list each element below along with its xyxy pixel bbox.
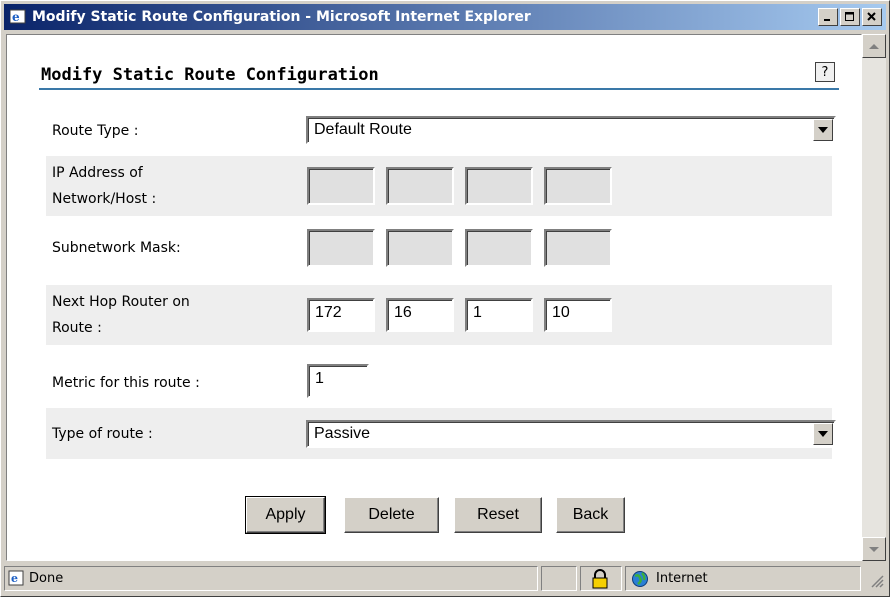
reset-button[interactable]: Reset bbox=[454, 497, 542, 533]
ip-address-label: IP Address of Network/Host : bbox=[52, 160, 156, 212]
help-icon[interactable]: ? bbox=[815, 62, 835, 82]
mask-octet-1[interactable] bbox=[307, 229, 375, 267]
next-hop-octet-2[interactable]: 16 bbox=[386, 298, 454, 332]
title-divider bbox=[39, 88, 839, 90]
next-hop-octet-4[interactable]: 10 bbox=[544, 298, 612, 332]
next-hop-octet-1[interactable]: 172 bbox=[307, 298, 375, 332]
back-button[interactable]: Back bbox=[556, 497, 625, 533]
dropdown-arrow-icon[interactable] bbox=[813, 119, 833, 141]
metric-input[interactable]: 1 bbox=[307, 364, 369, 398]
delete-button[interactable]: Delete bbox=[344, 497, 439, 533]
browser-window: e Modify Static Route Configuration - Mi… bbox=[0, 0, 890, 597]
scroll-down-button[interactable] bbox=[862, 537, 886, 561]
maximize-button[interactable] bbox=[840, 8, 860, 26]
status-zone-cell: Internet bbox=[625, 566, 861, 591]
subnet-mask-label: Subnetwork Mask: bbox=[52, 240, 181, 256]
status-security-cell bbox=[580, 566, 622, 591]
ip-octet-1[interactable] bbox=[307, 167, 375, 205]
mask-octet-3[interactable] bbox=[465, 229, 533, 267]
next-hop-row: Next Hop Router on Route : 172 16 1 10 bbox=[46, 285, 832, 345]
status-text: Done bbox=[29, 571, 64, 586]
status-bar: e Done Internet bbox=[4, 565, 886, 594]
apply-button[interactable]: Apply bbox=[245, 496, 326, 534]
maximize-icon bbox=[845, 12, 854, 21]
ip-address-label-line1: IP Address of bbox=[52, 165, 143, 181]
minimize-button[interactable] bbox=[818, 8, 838, 26]
ip-address-label-line2: Network/Host : bbox=[52, 191, 157, 207]
zone-text: Internet bbox=[656, 571, 708, 586]
globe-icon bbox=[631, 570, 649, 592]
window-controls bbox=[818, 8, 882, 26]
ip-octet-2[interactable] bbox=[386, 167, 454, 205]
metric-row: Metric for this route : 1 bbox=[46, 358, 832, 408]
window-title: Modify Static Route Configuration - Micr… bbox=[32, 9, 531, 25]
next-hop-label: Next Hop Router on Route : bbox=[52, 289, 190, 341]
dropdown-arrow-icon[interactable] bbox=[813, 423, 833, 445]
page-title: Modify Static Route Configuration bbox=[41, 65, 379, 85]
lock-icon bbox=[591, 569, 609, 593]
route-type-value: Default Route bbox=[314, 121, 412, 138]
next-hop-label-line1: Next Hop Router on bbox=[52, 294, 190, 310]
close-icon bbox=[867, 12, 876, 21]
ip-octet-4[interactable] bbox=[544, 167, 612, 205]
route-type-label: Route Type : bbox=[52, 123, 139, 139]
internet-explorer-icon: e bbox=[9, 8, 28, 26]
type-of-route-value: Passive bbox=[314, 425, 371, 442]
page-content: Modify Static Route Configuration ? Rout… bbox=[6, 34, 862, 561]
scroll-up-button[interactable] bbox=[862, 34, 886, 58]
mask-octet-2[interactable] bbox=[386, 229, 454, 267]
status-main-cell: e Done bbox=[4, 566, 538, 591]
minimize-icon bbox=[824, 19, 830, 21]
metric-label: Metric for this route : bbox=[52, 375, 200, 391]
ip-address-row: IP Address of Network/Host : bbox=[46, 156, 832, 216]
type-of-route-select[interactable]: Passive bbox=[306, 420, 836, 448]
next-hop-octet-3[interactable]: 1 bbox=[465, 298, 533, 332]
arrow-down-icon bbox=[869, 546, 879, 552]
route-type-row: Route Type : Default Route bbox=[46, 110, 836, 152]
svg-text:e: e bbox=[11, 572, 18, 585]
route-type-select[interactable]: Default Route bbox=[306, 116, 836, 144]
resize-grip-icon[interactable] bbox=[870, 573, 884, 592]
type-of-route-row: Type of route : Passive bbox=[46, 408, 836, 459]
subnet-mask-row: Subnetwork Mask: bbox=[46, 218, 832, 278]
next-hop-label-line2: Route : bbox=[52, 320, 102, 336]
vertical-scrollbar[interactable] bbox=[862, 34, 886, 561]
title-bar[interactable]: e Modify Static Route Configuration - Mi… bbox=[4, 4, 886, 30]
type-of-route-label: Type of route : bbox=[52, 426, 153, 442]
status-empty-cell bbox=[541, 566, 577, 591]
arrow-up-icon bbox=[869, 43, 879, 49]
page-icon: e bbox=[8, 570, 26, 592]
svg-text:e: e bbox=[12, 10, 20, 24]
ip-octet-3[interactable] bbox=[465, 167, 533, 205]
close-button[interactable] bbox=[862, 8, 882, 26]
mask-octet-4[interactable] bbox=[544, 229, 612, 267]
